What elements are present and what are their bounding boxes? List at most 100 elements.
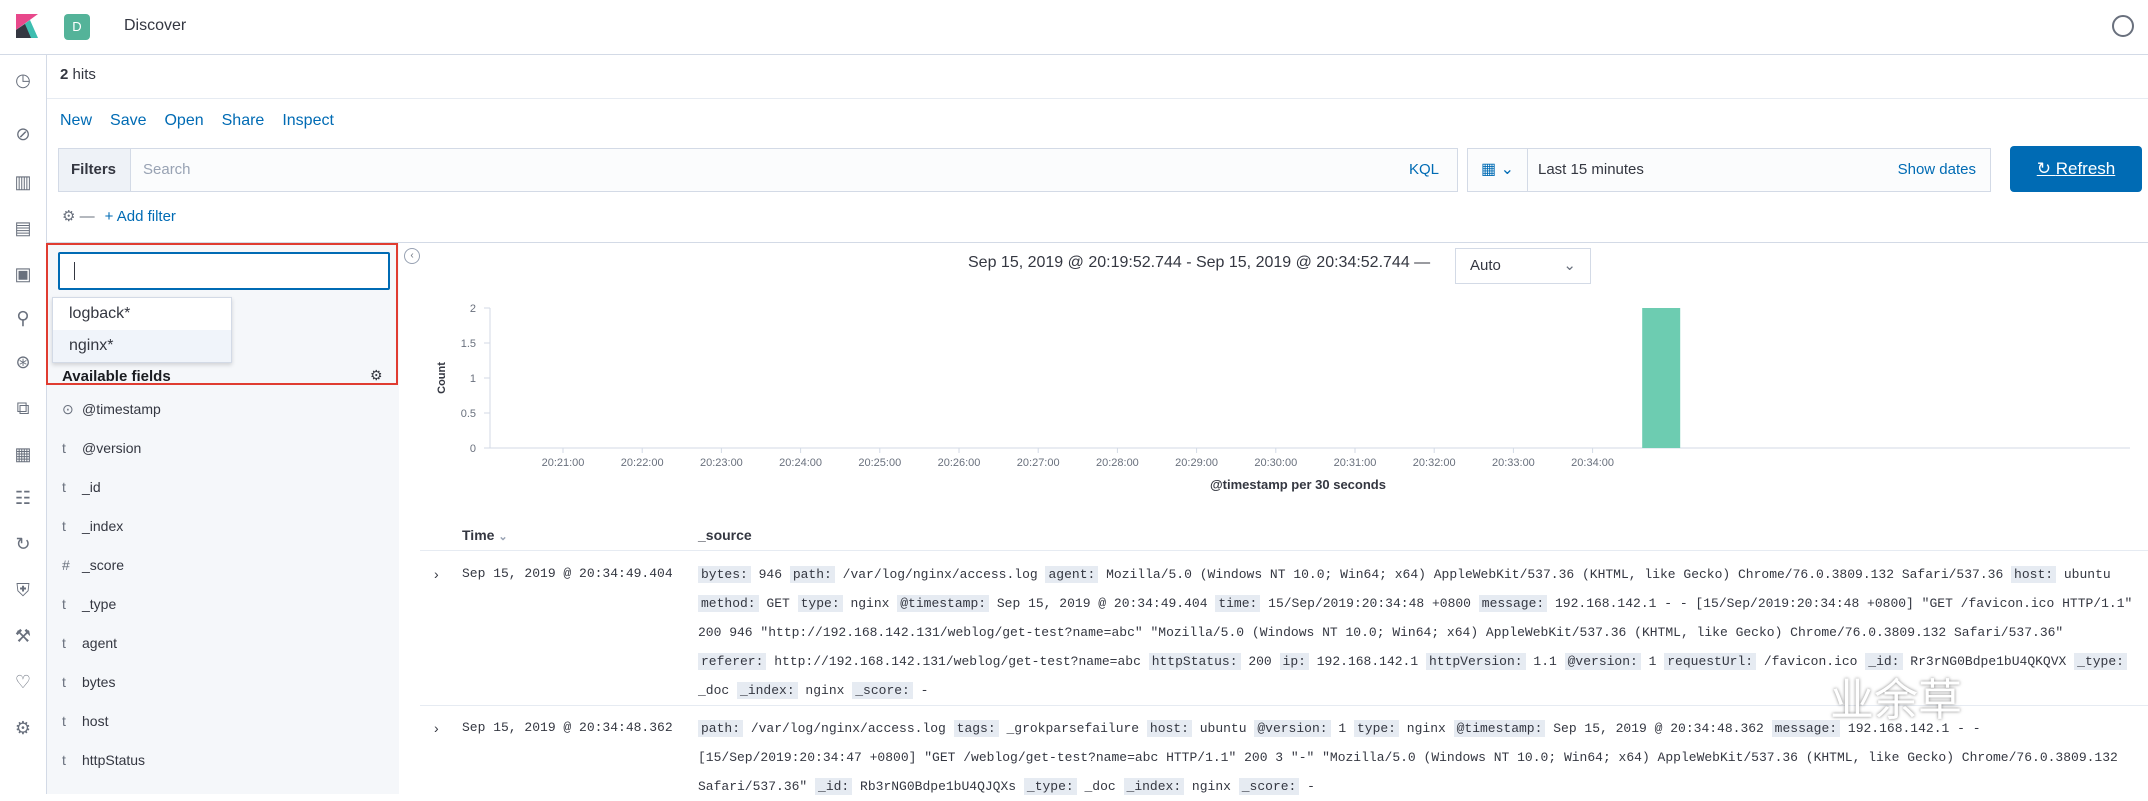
date-range[interactable]: Last 15 minutes [1538, 161, 1644, 178]
x-tick-label: 20:34:00 [1571, 457, 1614, 469]
source-field-value: nginx [842, 596, 898, 611]
expand-row-icon[interactable]: › [434, 720, 439, 736]
chevron-down-icon: ⌄ [1563, 257, 1576, 274]
source-field-key: @timestamp: [897, 595, 990, 612]
x-tick-label: 20:29:00 [1175, 457, 1218, 469]
calendar-icon[interactable]: ▦ ⌄ [1468, 149, 1528, 191]
source-field-value: - [912, 683, 929, 698]
x-tick-label: 20:25:00 [858, 457, 901, 469]
source-field-value: Mozilla/5.0 (Windows NT 10.0; Win64; x64… [1098, 567, 2012, 582]
source-field-key: type: [797, 595, 843, 612]
search-input[interactable]: Search [143, 161, 191, 178]
source-field-value: 192.168.142.1 [1308, 654, 1426, 669]
source-field-key: httpStatus: [1148, 653, 1241, 670]
field-name: _type [82, 596, 117, 612]
kql-toggle[interactable]: KQL [1409, 161, 1439, 178]
x-tick-label: 20:33:00 [1492, 457, 1535, 469]
discover-compass-icon[interactable]: ⊘ [12, 123, 34, 145]
field-name: httpStatus [82, 752, 146, 768]
source-field-value: 1 [1330, 721, 1354, 736]
field-item[interactable]: t agent [62, 635, 117, 651]
show-dates-link[interactable]: Show dates [1898, 161, 1976, 178]
expand-row-icon[interactable]: › [434, 566, 439, 582]
apm-icon[interactable]: ☷ [12, 487, 34, 509]
menu-inspect[interactable]: Inspect [282, 112, 334, 129]
clock-icon[interactable]: ◷ [12, 69, 34, 91]
canvas-icon[interactable]: ▣ [12, 263, 34, 285]
y-tick-label: 1 [470, 373, 476, 385]
refresh-button[interactable]: ↻ Refresh [2010, 146, 2142, 192]
source-column-header: _source [698, 527, 752, 543]
histogram-bar [1642, 308, 1681, 448]
source-field-value: 1 [1640, 654, 1665, 669]
left-nav: ◷ ⊘ ▥ ▤ ▣ ⚲ ⊛ ⧉ ▦ ☷ ↻ ⛨ ⚒ ♡ ⚙ [0, 55, 47, 794]
source-field-key: bytes: [698, 566, 751, 583]
source-field-key: referer: [698, 653, 767, 670]
interval-select[interactable]: Auto ⌄ [1455, 248, 1591, 284]
field-item[interactable]: # _score [62, 557, 124, 573]
source-field-value: - [1299, 779, 1315, 794]
field-type-icon: t [62, 479, 66, 495]
source-field-key: @timestamp: [1453, 720, 1546, 737]
divider [420, 550, 2148, 551]
date-picker: ▦ ⌄ Last 15 minutes Show dates [1467, 148, 1991, 192]
menu-share[interactable]: Share [222, 112, 265, 129]
sort-icon[interactable]: ⌄ [498, 531, 507, 543]
field-item[interactable]: t bytes [62, 674, 115, 690]
add-filter-link[interactable]: + Add filter [105, 208, 176, 225]
query-bar: Filters Search KQL [58, 148, 1458, 192]
source-field-value: 946 [750, 567, 790, 582]
field-item[interactable]: t httpStatus [62, 752, 145, 768]
field-item[interactable]: t host [62, 713, 108, 729]
logs-icon[interactable]: ▦ [12, 443, 34, 465]
dashboard-icon[interactable]: ▤ [12, 217, 34, 239]
filters-label[interactable]: Filters [59, 149, 131, 191]
source-field-value: GET [758, 596, 798, 611]
refresh-icon: ↻ [2036, 159, 2056, 178]
source-field-key: method: [698, 595, 759, 612]
x-tick-label: 20:26:00 [938, 457, 981, 469]
filter-options-gear-icon[interactable]: ⚙ — [62, 208, 95, 225]
field-item[interactable]: t @version [62, 440, 141, 456]
source-field-key: _index: [737, 682, 798, 699]
source-field-key: host: [1146, 720, 1192, 737]
source-field-key: type: [1353, 720, 1399, 737]
x-tick-label: 20:28:00 [1096, 457, 1139, 469]
ml-icon[interactable]: ⊛ [12, 351, 34, 373]
menu-new[interactable]: New [60, 112, 92, 129]
source-field-key: _id: [815, 778, 853, 795]
field-item[interactable]: t _index [62, 518, 123, 534]
field-name: bytes [82, 674, 116, 690]
y-tick-label: 0.5 [461, 408, 476, 420]
collapse-sidebar-icon[interactable]: ‹ [404, 248, 420, 264]
field-item[interactable]: t _id [62, 479, 101, 495]
source-field-value: Rb3rNG0Bdpe1bU4QJQXs [852, 779, 1024, 794]
uptime-icon[interactable]: ↻ [12, 533, 34, 555]
kibana-logo-icon[interactable] [12, 12, 40, 40]
source-field-key: _score: [1238, 778, 1300, 795]
menu-open[interactable]: Open [164, 112, 203, 129]
maps-icon[interactable]: ⚲ [12, 307, 34, 329]
infrastructure-icon[interactable]: ⧉ [12, 397, 34, 419]
monitoring-icon[interactable]: ♡ [12, 671, 34, 693]
visualize-icon[interactable]: ▥ [12, 171, 34, 193]
source-field-key: @version: [1254, 720, 1331, 737]
source-field-value: _doc [698, 683, 738, 698]
menu-save[interactable]: Save [110, 112, 146, 129]
source-field-value: Sep 15, 2019 @ 20:34:48.362 [1545, 721, 1772, 736]
source-field-key: _index: [1123, 778, 1185, 795]
help-icon[interactable] [2112, 15, 2134, 37]
source-field-key: requestUrl: [1664, 653, 1757, 670]
time-column-header[interactable]: Time ⌄ [462, 527, 508, 543]
source-field-key: ip: [1279, 653, 1309, 670]
management-gear-icon[interactable]: ⚙ [12, 717, 34, 739]
source-field-key: _score: [852, 682, 913, 699]
field-item[interactable]: t _type [62, 596, 116, 612]
space-badge[interactable]: D [64, 14, 90, 40]
siem-icon[interactable]: ⛨ [12, 579, 34, 601]
field-item[interactable]: ⊙ @timestamp [62, 401, 161, 418]
dev-tools-icon[interactable]: ⚒ [12, 625, 34, 647]
field-type-icon: ⊙ [62, 401, 74, 417]
source-field-value: ubuntu [2056, 567, 2111, 582]
source-field-key: host: [2011, 566, 2057, 583]
